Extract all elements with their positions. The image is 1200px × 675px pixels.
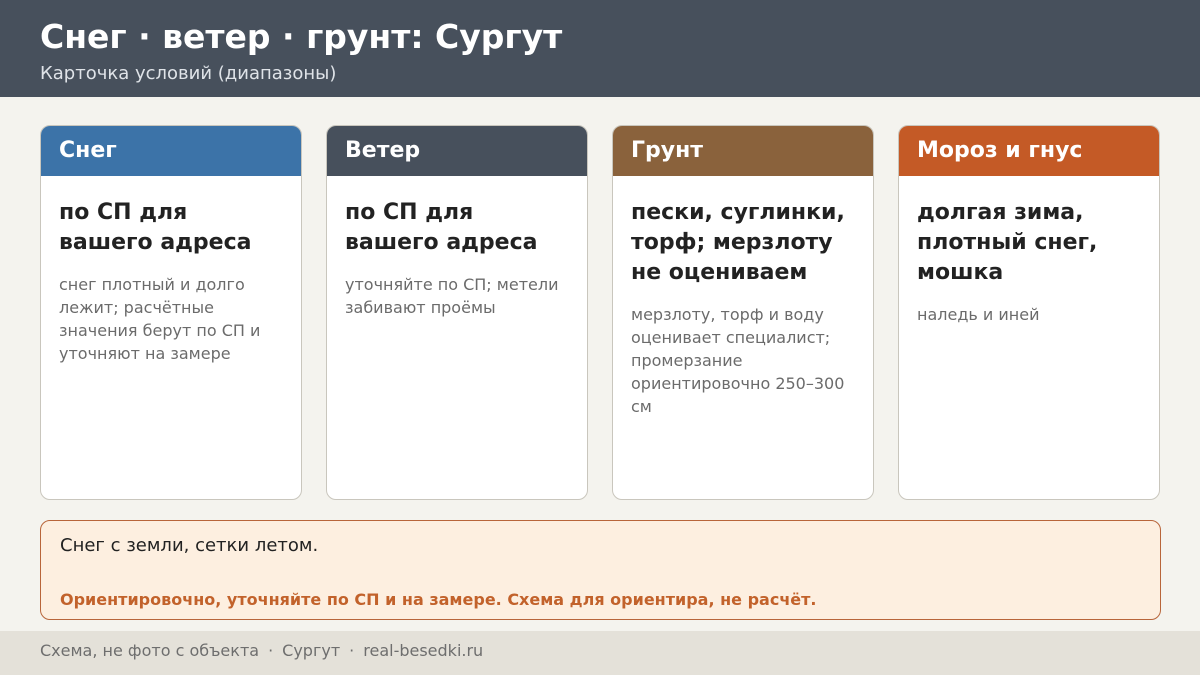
card-main-value: по СП для вашего адреса bbox=[345, 200, 538, 255]
card-heading: Мороз и гнус bbox=[899, 126, 1159, 176]
footer-text: Схема, не фото с объекта · Сургут · real-bes… bbox=[40, 641, 483, 661]
disclaimer-text: Ориентировочно, уточняйте по СП и на зам… bbox=[60, 590, 817, 609]
page-subtitle: Карточка условий (диапазоны) bbox=[40, 63, 337, 84]
card-wind: Ветер по СП для вашего адреса уточняйте … bbox=[326, 125, 588, 500]
card-soil: Грунт пески, суглинки, торф; мерзлоту не… bbox=[612, 125, 874, 500]
footer-city: Сургут bbox=[282, 641, 341, 660]
card-note: мерзлоту, торф и воду оценивает специали… bbox=[631, 305, 845, 416]
footer-note: Схема, не фото с объекта bbox=[40, 641, 260, 660]
notice-text: Снег с земли, сетки летом. bbox=[60, 535, 319, 556]
card-heading: Снег bbox=[41, 126, 301, 176]
card-heading: Грунт bbox=[613, 126, 873, 176]
card-main-value: долгая зима, плотный снег, мошка bbox=[917, 200, 1098, 285]
card-snow: Снег по СП для вашего адреса снег плотны… bbox=[40, 125, 302, 500]
page-title: Снег · ветер · грунт: Сургут bbox=[40, 17, 563, 56]
footer-site-link[interactable]: real-besedki.ru bbox=[363, 641, 483, 660]
footer-separator: · bbox=[349, 641, 355, 660]
header: Снег · ветер · грунт: Сургут Карточка ус… bbox=[0, 0, 1200, 97]
notice-box: Снег с земли, сетки летом. Ориентировочн… bbox=[40, 520, 1161, 620]
card-main-value: по СП для вашего адреса bbox=[59, 200, 252, 255]
card-note: наледь и иней bbox=[917, 305, 1040, 324]
card-note: снег плотный и долго лежит; расчётные зн… bbox=[59, 275, 261, 363]
card-main-value: пески, суглинки, торф; мерзлоту не оцени… bbox=[631, 200, 845, 285]
card-frost-midges: Мороз и гнус долгая зима, плотный снег, … bbox=[898, 125, 1160, 500]
card-heading: Ветер bbox=[327, 126, 587, 176]
card-note: уточняйте по СП; метели забивают проёмы bbox=[345, 275, 559, 317]
footer-separator: · bbox=[268, 641, 274, 660]
footer: Схема, не фото с объекта · Сургут · real-bes… bbox=[0, 631, 1200, 675]
